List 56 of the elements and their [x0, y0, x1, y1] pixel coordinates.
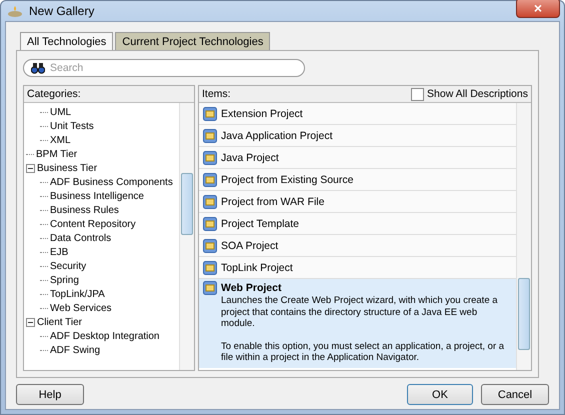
folder-icon: [203, 172, 217, 186]
folder-icon: [203, 260, 217, 274]
tree-item[interactable]: Content Repository: [50, 218, 136, 230]
tree-item[interactable]: Client Tier: [37, 316, 82, 328]
list-item[interactable]: Extension Project: [199, 103, 516, 125]
tree-item[interactable]: Business Rules: [50, 204, 119, 216]
tab[interactable]: Current Project Technologies: [115, 32, 270, 50]
tree-item[interactable]: EJB: [50, 246, 68, 258]
categories-label: Categories:: [27, 88, 81, 100]
folder-icon: [203, 238, 217, 252]
tree-item[interactable]: Spring: [50, 274, 79, 286]
help-button[interactable]: Help: [16, 384, 84, 405]
checkbox[interactable]: [411, 88, 424, 100]
item-description: Launches the Create Web Project wizard, with which you create a project that contains the directory structure of a Java EE web module.: [221, 295, 499, 330]
folder-icon: [203, 150, 217, 164]
list-item[interactable]: SOA Project: [199, 235, 516, 257]
tree-item[interactable]: Data Controls: [50, 232, 112, 244]
tree-item[interactable]: ADF Desktop Integration: [50, 330, 160, 342]
list-item[interactable]: Java Application Project: [199, 125, 516, 147]
search-field[interactable]: Search: [23, 59, 305, 77]
tree-item[interactable]: ADF Swing: [50, 344, 100, 356]
tree-item[interactable]: ADF Business Components: [50, 176, 173, 188]
item-title: Web Project: [221, 282, 282, 294]
list-item[interactable]: Project from WAR File: [199, 191, 516, 213]
tab[interactable]: All Technologies: [20, 32, 114, 51]
tree-item[interactable]: TopLink/JPA: [50, 288, 105, 300]
binoculars-icon: [31, 62, 45, 74]
items-label: Items:: [202, 88, 231, 100]
folder-icon: [203, 106, 217, 120]
list-item[interactable]: [199, 279, 516, 368]
scrollbar[interactable]: [516, 103, 531, 370]
folder-icon: [203, 194, 217, 208]
tree-item[interactable]: Unit Tests: [50, 120, 94, 132]
collapse-icon[interactable]: [26, 318, 35, 326]
list-item[interactable]: Project from Existing Source: [199, 169, 516, 191]
folder-icon: [203, 281, 217, 295]
cancel-button[interactable]: Cancel: [481, 384, 549, 405]
tree-item[interactable]: Security: [50, 260, 86, 272]
tree-item[interactable]: Business Intelligence: [50, 190, 144, 202]
list-item[interactable]: Project Template: [199, 213, 516, 235]
list-item[interactable]: Java Project: [199, 147, 516, 169]
ok-button[interactable]: OK: [407, 384, 473, 405]
tree-item[interactable]: XML: [50, 134, 71, 146]
scrollbar[interactable]: [179, 103, 194, 370]
tree-item[interactable]: Web Services: [50, 302, 112, 314]
tree-item[interactable]: UML: [50, 106, 72, 118]
tree-item[interactable]: Business Tier: [37, 162, 98, 174]
tree-item[interactable]: BPM Tier: [36, 148, 78, 160]
folder-icon: [203, 216, 217, 230]
checkbox-label[interactable]: Show All Descriptions: [427, 88, 528, 100]
window-title: New Gallery: [29, 4, 96, 18]
item-description: To enable this option, you must select an application, a project, or a file within a project in the Application Navigator.: [221, 340, 506, 364]
folder-icon: [203, 128, 217, 142]
lamp-icon: [7, 4, 23, 18]
list-item[interactable]: TopLink Project: [199, 257, 516, 279]
collapse-icon[interactable]: [26, 164, 35, 172]
